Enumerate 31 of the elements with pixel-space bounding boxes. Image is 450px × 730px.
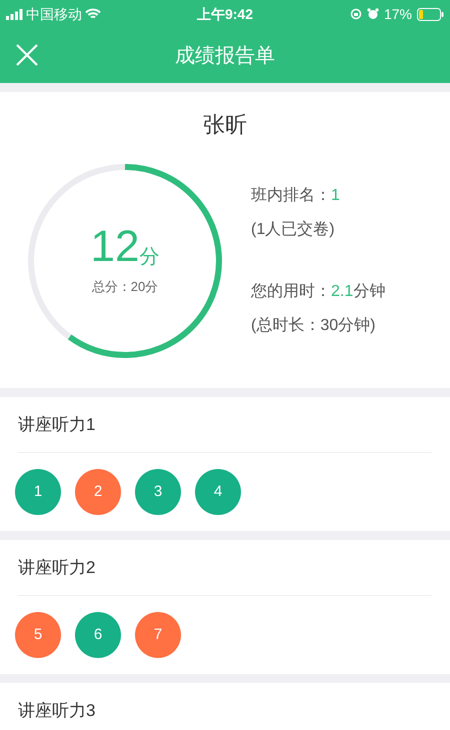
alarm-icon: [366, 8, 379, 20]
total-duration: (总时长：30分钟): [251, 316, 376, 336]
question-button[interactable]: 5: [15, 612, 61, 658]
score-value: 12: [90, 225, 140, 270]
signal-icon: [6, 8, 23, 20]
time-value: 2.1: [331, 282, 354, 302]
rank-label: 班内排名：: [251, 186, 331, 206]
question-button[interactable]: 3: [135, 469, 181, 515]
battery-percent: 17%: [384, 4, 412, 24]
question-button[interactable]: 7: [135, 612, 181, 658]
page-title: 成绩报告单: [175, 44, 275, 68]
submitted-count: (1人已交卷): [251, 220, 336, 240]
question-button[interactable]: 2: [75, 469, 121, 515]
score-unit: 分: [139, 247, 160, 268]
section-title: 讲座听力1: [18, 397, 432, 453]
student-name: 张昕: [202, 111, 248, 139]
time-label: 您的用时：: [251, 282, 331, 302]
total-score: 总分：20分: [92, 278, 158, 296]
time-unit: 分钟: [353, 282, 386, 302]
section-title: 讲座听力3: [18, 683, 432, 730]
rank-value: 1: [331, 186, 340, 206]
battery-icon: [417, 8, 444, 20]
rotation-lock-icon: [350, 8, 362, 20]
section-title: 讲座听力2: [18, 540, 432, 596]
question-button[interactable]: 4: [195, 469, 241, 515]
status-time: 上午9:42: [196, 4, 254, 24]
carrier-name: 中国移动: [26, 4, 82, 24]
close-icon: [15, 43, 39, 67]
question-button[interactable]: 1: [15, 469, 61, 515]
question-button[interactable]: 6: [75, 612, 121, 658]
wifi-icon: [85, 8, 101, 20]
